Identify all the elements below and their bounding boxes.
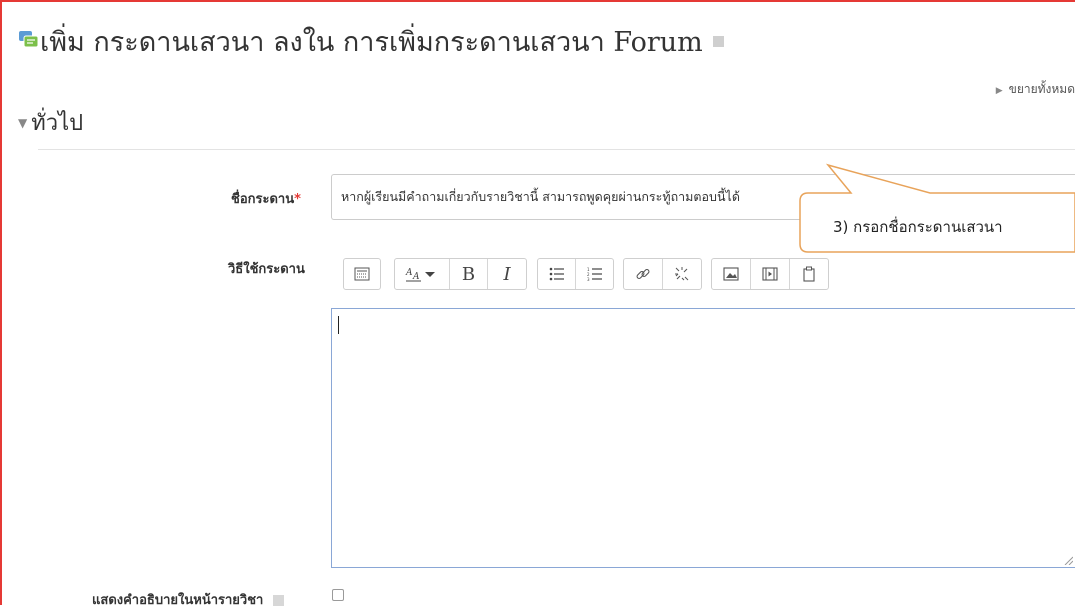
expand-all-link[interactable]: ▶ ขยายทั้งหมด	[996, 80, 1075, 99]
paste-button[interactable]	[790, 259, 828, 289]
toolbar-group-text: A A B I	[394, 258, 527, 290]
media-icon	[762, 267, 778, 281]
paste-icon	[803, 266, 815, 282]
unlink-button[interactable]	[663, 259, 701, 289]
svg-text:A: A	[405, 268, 413, 278]
show-description-label: แสดงคำอธิบายในหน้ารายวิชา	[92, 589, 285, 610]
bold-button[interactable]: B	[450, 259, 488, 289]
resize-grip-icon[interactable]	[1063, 555, 1073, 565]
italic-icon: I	[503, 263, 511, 285]
expand-all-label: ขยายทั้งหมด	[1008, 82, 1075, 96]
italic-button[interactable]: I	[488, 259, 526, 289]
toolbar-group-lists: 1 2 3	[537, 258, 614, 290]
show-description-checkbox[interactable]	[332, 589, 344, 601]
forum-icon	[19, 31, 39, 48]
page-title-text: เพิ่ม กระดานเสวนา ลงใน การเพิ่มกระดานเสว…	[40, 27, 703, 58]
numbered-list-button[interactable]: 1 2 3	[576, 259, 613, 289]
help-icon[interactable]	[273, 595, 285, 606]
text-caret	[338, 316, 339, 334]
image-icon	[723, 267, 739, 281]
font-style-button[interactable]: A A	[395, 259, 450, 289]
bold-icon: B	[461, 263, 476, 285]
expand-triangle-icon: ▶	[995, 86, 1003, 96]
toolbar-toggle-button[interactable]	[344, 259, 380, 289]
section-divider	[38, 149, 1075, 150]
toolbar-group-links	[623, 258, 702, 290]
forum-name-input[interactable]: หากผู้เรียนมีคำถามเกี่ยวกับรายวิชานี้ สา…	[331, 174, 1075, 220]
show-description-label-text: แสดงคำอธิบายในหน้ารายวิชา	[92, 593, 264, 608]
forum-name-label-text: ชื่อกระดาน	[231, 192, 295, 207]
bullet-list-button[interactable]	[538, 259, 576, 289]
toolbar-group-toggle	[343, 258, 381, 290]
callout-text: 3) กรอกชื่อกระดานเสวนา	[833, 218, 1003, 236]
numbered-list-icon: 1 2 3	[587, 267, 602, 281]
font-style-icon: A A	[405, 268, 435, 282]
section-title: ทั่วไป	[31, 111, 84, 136]
toolbar-toggle-icon	[354, 267, 370, 281]
link-button[interactable]	[624, 259, 663, 289]
page-title: เพิ่ม กระดานเสวนา ลงใน การเพิ่มกระดานเสว…	[40, 20, 724, 63]
toolbar-group-media	[711, 258, 829, 290]
media-button[interactable]	[751, 259, 790, 289]
description-label: วิธีใช้กระดาน	[228, 262, 305, 277]
section-header-general[interactable]: ▼ ทั่วไป	[18, 105, 83, 140]
required-marker: *	[294, 192, 301, 207]
bullet-list-icon	[549, 267, 564, 281]
link-icon	[636, 269, 650, 279]
collapse-triangle-icon: ▼	[18, 116, 28, 130]
forum-name-label: ชื่อกระดาน*	[231, 188, 301, 209]
image-button[interactable]	[712, 259, 751, 289]
unlink-icon	[675, 267, 689, 281]
svg-text:3: 3	[587, 277, 590, 281]
description-editor[interactable]	[331, 308, 1075, 568]
help-icon[interactable]	[712, 36, 724, 47]
